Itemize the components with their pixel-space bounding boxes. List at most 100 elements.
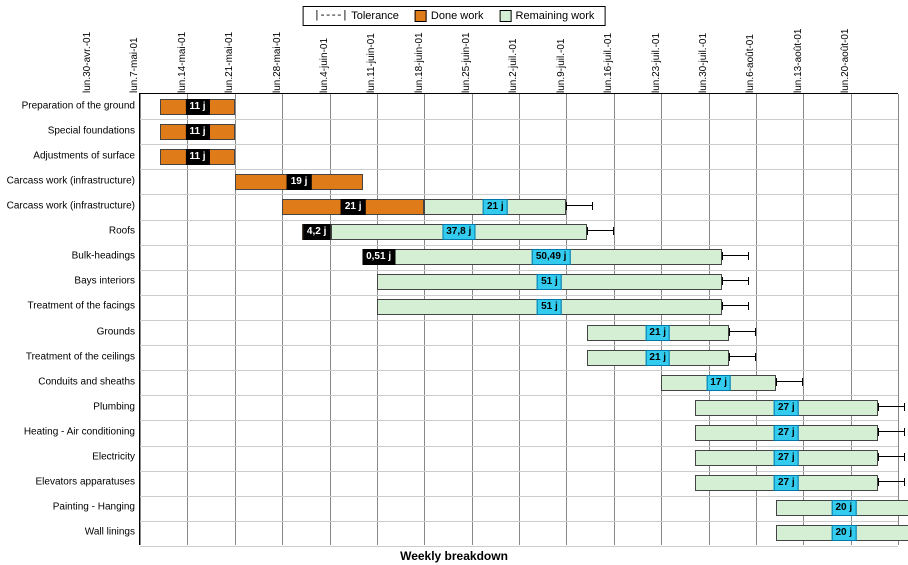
remaining-duration-label: 27 j: [774, 450, 799, 466]
task-label: Treatment of the ceilings: [26, 351, 135, 362]
task-bar: 27 j: [140, 425, 898, 441]
legend-done-label: Done work: [431, 10, 484, 22]
tolerance-whisker: [722, 305, 749, 309]
remaining-duration-label: 17 j: [706, 375, 731, 391]
task-bar: 21 j: [140, 325, 898, 341]
task-bar: 21 j: [140, 350, 898, 366]
remaining-duration-label: 20 j: [832, 525, 857, 541]
legend: |----| Tolerance Done work Remaining wor…: [303, 6, 606, 26]
gridline-horizontal: [140, 446, 898, 447]
gridline-horizontal: [140, 220, 898, 221]
gridline-horizontal: [140, 144, 898, 145]
tolerance-sample: |----|: [314, 10, 348, 22]
task-bar: 27 j: [140, 450, 898, 466]
tolerance-whisker: [776, 381, 803, 385]
done-duration-label: 0,51 j: [362, 249, 395, 265]
task-label: Electricity: [92, 452, 135, 463]
remaining-swatch: [500, 10, 512, 22]
remaining-duration-label: 27 j: [774, 400, 799, 416]
tolerance-whisker: [729, 356, 756, 360]
task-label: Carcass work (infrastructure): [7, 201, 135, 212]
legend-tolerance-label: Tolerance: [351, 10, 399, 22]
gridline-horizontal: [140, 496, 898, 497]
tolerance-whisker: [878, 431, 905, 435]
chart-area: 11 j 11 j 11 j 19 j 21 j 21 j 4,2 j 37,8 j 0,51 …: [140, 93, 898, 545]
task-bar: 4,2 j 37,8 j: [140, 224, 898, 240]
tolerance-whisker: [878, 456, 905, 460]
task-bar: 11 j: [140, 124, 898, 140]
legend-done: Done work: [415, 10, 484, 22]
task-label: Roofs: [109, 226, 135, 237]
task-bar: 17 j: [140, 375, 898, 391]
gridline-horizontal: [140, 370, 898, 371]
task-label: Painting - Hanging: [53, 502, 135, 513]
done-duration-label: 11 j: [185, 99, 209, 115]
x-tick: lun.20-août-01: [840, 29, 898, 94]
gridline-horizontal: [140, 521, 898, 522]
task-label: Conduits and sheaths: [38, 376, 135, 387]
task-label: Carcass work (infrastructure): [7, 175, 135, 186]
gridline-horizontal: [140, 169, 898, 170]
remaining-duration-label: 21 j: [483, 199, 508, 215]
remaining-duration-label: 51 j: [537, 299, 562, 315]
tolerance-whisker: [722, 280, 749, 284]
task-bar: 0,51 j 50,49 j: [140, 249, 898, 265]
plot-area: Preparation of the ground Special foundat…: [0, 93, 898, 545]
gridline-horizontal: [140, 471, 898, 472]
task-bar: 51 j: [140, 299, 898, 315]
task-label: Bays interiors: [74, 276, 135, 287]
y-axis-labels: Preparation of the ground Special foundat…: [0, 93, 140, 545]
legend-tolerance: |----| Tolerance: [314, 10, 399, 22]
done-duration-label: 4,2 j: [303, 224, 330, 240]
remaining-duration-label: 27 j: [774, 475, 799, 491]
gridline-horizontal: [140, 420, 898, 421]
task-bar: 27 j: [140, 400, 898, 416]
remaining-duration-label: 20 j: [832, 500, 857, 516]
gridline-horizontal: [140, 194, 898, 195]
task-label: Special foundations: [48, 125, 135, 136]
task-bar: 11 j: [140, 99, 898, 115]
tolerance-whisker: [878, 406, 905, 410]
task-label: Heating - Air conditioning: [24, 427, 135, 438]
done-duration-label: 11 j: [185, 124, 209, 140]
gantt-chart: |----| Tolerance Done work Remaining wor…: [0, 0, 908, 565]
done-duration-label: 21 j: [341, 199, 366, 215]
task-bar: 51 j: [140, 274, 898, 290]
task-label: Grounds: [97, 326, 135, 337]
done-duration-label: 19 j: [287, 174, 312, 190]
gridline-vertical: [898, 94, 899, 545]
task-label: Treatment of the facings: [28, 301, 135, 312]
task-bar: 19 j: [140, 174, 898, 190]
tolerance-whisker: [587, 230, 614, 234]
gridline-horizontal: [140, 245, 898, 246]
legend-remaining-label: Remaining work: [516, 10, 595, 22]
remaining-duration-label: 37,8 j: [442, 224, 475, 240]
tolerance-whisker: [566, 205, 593, 209]
task-label: Adjustments of surface: [33, 150, 135, 161]
task-bar: 20 j: [140, 500, 898, 516]
task-label: Plumbing: [93, 401, 135, 412]
task-label: Elevators apparatuses: [35, 477, 135, 488]
gridline-horizontal: [140, 546, 898, 547]
task-bar: 21 j 21 j: [140, 199, 898, 215]
gridline-horizontal: [140, 119, 898, 120]
task-bar: 27 j: [140, 475, 898, 491]
gridline-horizontal: [140, 320, 898, 321]
task-bar: 11 j: [140, 149, 898, 165]
tolerance-whisker: [878, 481, 905, 485]
task-label: Wall linings: [85, 527, 135, 538]
x-axis-title: Weekly breakdown: [400, 549, 508, 563]
remaining-duration-label: 21 j: [645, 325, 670, 341]
gridline-horizontal: [140, 270, 898, 271]
gridline-horizontal: [140, 295, 898, 296]
remaining-duration-label: 27 j: [774, 425, 799, 441]
remaining-duration-label: 51 j: [537, 274, 562, 290]
remaining-duration-label: 21 j: [645, 350, 670, 366]
task-label: Preparation of the ground: [22, 100, 135, 111]
tolerance-whisker: [729, 331, 756, 335]
task-bar: 20 j: [140, 525, 898, 541]
legend-remaining: Remaining work: [500, 10, 595, 22]
remaining-duration-label: 50,49 j: [532, 249, 571, 265]
done-swatch: [415, 10, 427, 22]
tolerance-whisker: [722, 255, 749, 259]
